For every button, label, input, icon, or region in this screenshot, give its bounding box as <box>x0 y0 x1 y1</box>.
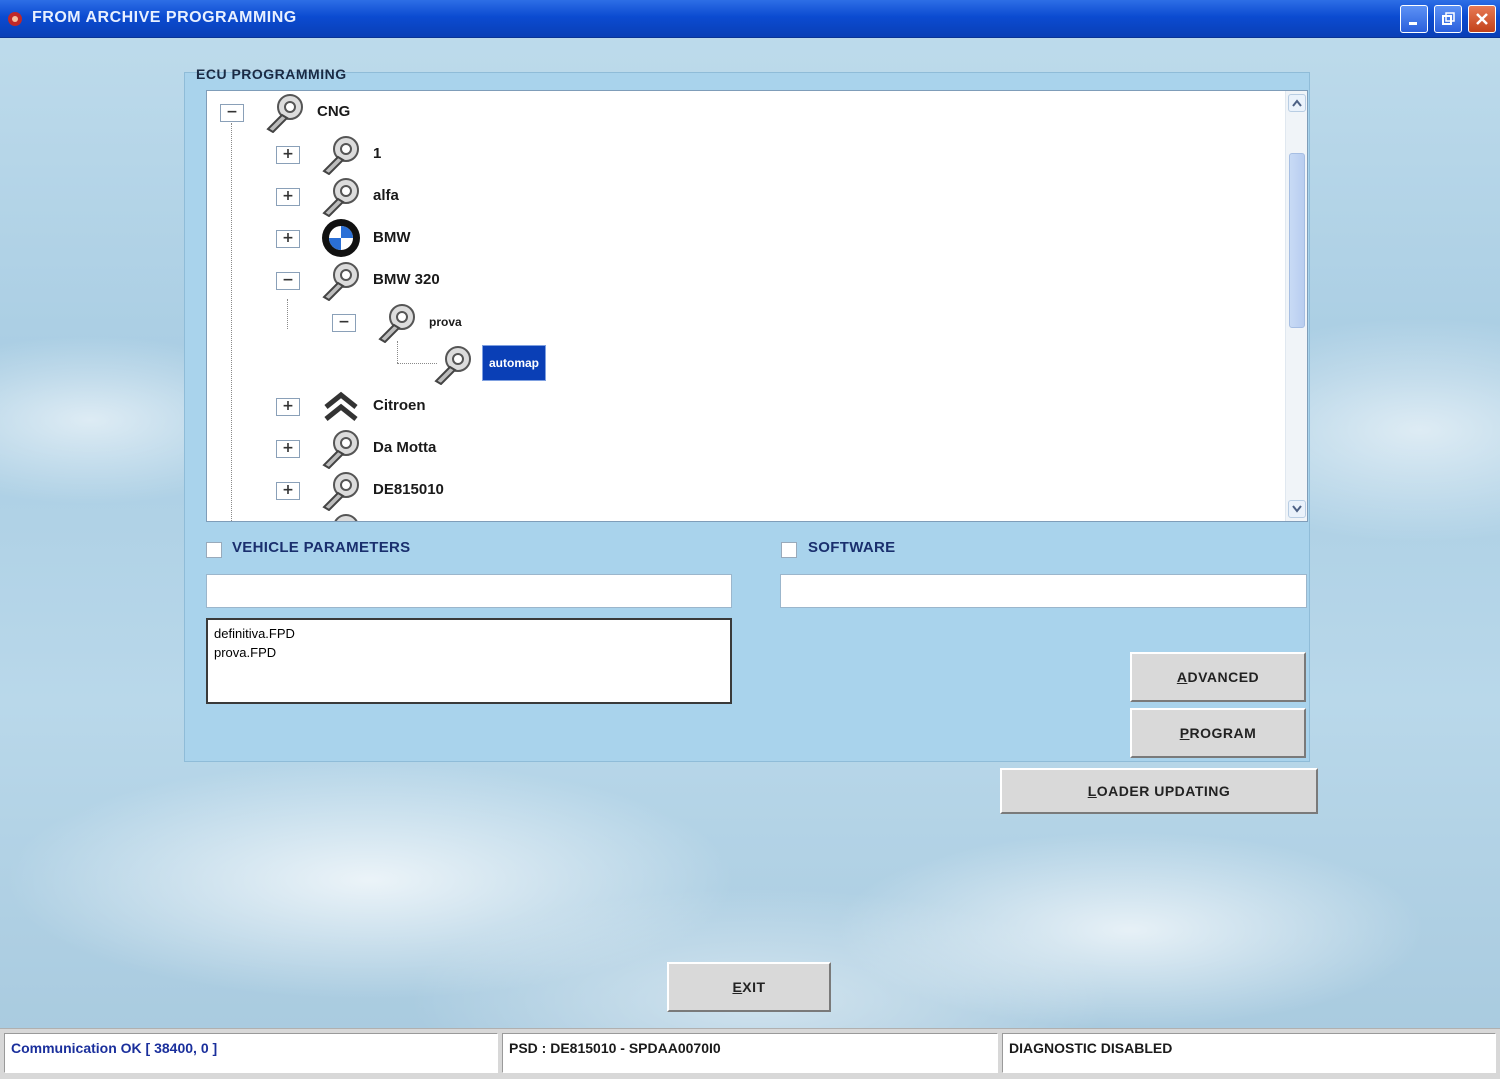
program-mnemonic: P <box>1179 725 1190 741</box>
expand-toggle[interactable]: + <box>276 188 300 206</box>
program-button[interactable]: P ROGRAM <box>1130 708 1306 758</box>
tree-node-label: Da Motta <box>373 439 437 456</box>
wrench-icon <box>322 430 359 469</box>
restore-icon <box>1442 12 1455 25</box>
minimize-icon <box>1409 22 1417 25</box>
advanced-button[interactable]: A DVANCED <box>1130 652 1306 702</box>
wrench-icon <box>322 262 359 301</box>
vehicle-parameters-label: VEHICLE PARAMETERS <box>232 539 411 556</box>
wrench-icon <box>322 178 359 217</box>
exit-mnemonic: E <box>732 979 743 995</box>
bmw-logo-icon <box>322 219 360 257</box>
tree-node-label: 1 <box>373 145 382 162</box>
tree-node-prova[interactable]: − prova <box>207 301 507 343</box>
tree-node-label: prova <box>429 315 462 329</box>
scroll-down-button[interactable] <box>1288 500 1306 518</box>
loader-updating-button[interactable]: L OADER UPDATING <box>1000 768 1318 814</box>
exit-label: XIT <box>742 979 766 995</box>
restore-button[interactable] <box>1434 5 1462 33</box>
status-communication: Communication OK [ 38400, 0 ] <box>4 1033 498 1073</box>
citroen-logo-icon <box>324 391 358 421</box>
tree-node-1[interactable]: + 1 <box>207 133 507 175</box>
status-psd: PSD : DE815010 - SPDAA0070I0 <box>502 1033 998 1073</box>
scroll-up-button[interactable] <box>1288 94 1306 112</box>
status-diagnostic: DIAGNOSTIC DISABLED <box>1002 1033 1496 1073</box>
wrench-icon <box>434 346 471 385</box>
loader-label: OADER UPDATING <box>1096 783 1231 799</box>
minimize-button[interactable] <box>1400 5 1428 33</box>
app-icon <box>8 12 22 26</box>
tree-node-label: Citroen <box>373 397 426 414</box>
loader-mnemonic: L <box>1087 783 1097 799</box>
expand-toggle[interactable]: + <box>276 440 300 458</box>
title-bar[interactable]: FROM ARCHIVE PROGRAMMING <box>0 0 1500 38</box>
tree-node-label: BMW 320 <box>373 271 440 288</box>
tree-node-alfa[interactable]: + alfa <box>207 175 507 217</box>
tree-node-label: BMW <box>373 229 411 246</box>
tree-node-cng[interactable]: − CNG <box>207 91 507 133</box>
tree-node-label-selected: automap <box>482 345 547 381</box>
software-label: SOFTWARE <box>808 539 896 556</box>
tree-node-bmw-320[interactable]: − BMW 320 <box>207 259 507 301</box>
advanced-mnemonic: A <box>1176 669 1188 685</box>
tree-node-da-motta[interactable]: + Da Motta <box>207 427 507 469</box>
chevron-down-icon <box>1292 505 1302 513</box>
ecu-tree[interactable]: − CNG + 1 + alfa + BMW − BMW 320 − prova… <box>206 90 1308 522</box>
wrench-icon <box>378 304 415 343</box>
tree-node-citroen[interactable]: + Citroen <box>207 385 507 427</box>
window-title: FROM ARCHIVE PROGRAMMING <box>32 9 297 26</box>
tree-node-bmw[interactable]: + BMW <box>207 217 507 259</box>
expand-toggle[interactable]: + <box>276 230 300 248</box>
tree-node-de815010[interactable]: + DE815010 <box>207 469 507 511</box>
advanced-label: DVANCED <box>1187 669 1260 685</box>
wrench-icon <box>334 514 358 521</box>
collapse-toggle[interactable]: − <box>220 104 244 122</box>
wrench-icon <box>322 472 359 511</box>
scroll-thumb[interactable] <box>1289 153 1305 328</box>
tree-node-automap[interactable]: automap <box>207 343 607 385</box>
program-label: ROGRAM <box>1189 725 1257 741</box>
expand-toggle[interactable]: + <box>276 146 300 164</box>
vehicle-parameters-checkbox[interactable] <box>206 542 222 558</box>
wrench-icon <box>322 136 359 175</box>
wrench-icon <box>266 94 303 133</box>
software-input[interactable] <box>780 574 1307 608</box>
list-item[interactable]: definitiva.FPD <box>214 624 724 643</box>
close-button[interactable] <box>1468 5 1496 33</box>
tree-node-label: DE815010 <box>373 481 444 498</box>
expand-toggle[interactable]: + <box>276 398 300 416</box>
vehicle-parameters-input[interactable] <box>206 574 732 608</box>
exit-button[interactable]: E XIT <box>667 962 831 1012</box>
tree-scrollbar[interactable] <box>1285 91 1307 521</box>
list-item[interactable]: prova.FPD <box>214 643 724 662</box>
status-bar: Communication OK [ 38400, 0 ] PSD : DE81… <box>0 1028 1500 1079</box>
collapse-toggle[interactable]: − <box>332 314 356 332</box>
software-checkbox[interactable] <box>781 542 797 558</box>
chevron-up-icon <box>1292 99 1302 107</box>
vehicle-parameters-file-list[interactable]: definitiva.FPD prova.FPD <box>206 618 732 704</box>
group-title: ECU PROGRAMMING <box>196 66 347 82</box>
tree-node-label: alfa <box>373 187 399 204</box>
expand-toggle[interactable]: + <box>276 482 300 500</box>
tree-node-label: CNG <box>317 103 351 120</box>
close-icon <box>1476 13 1488 25</box>
collapse-toggle[interactable]: − <box>276 272 300 290</box>
